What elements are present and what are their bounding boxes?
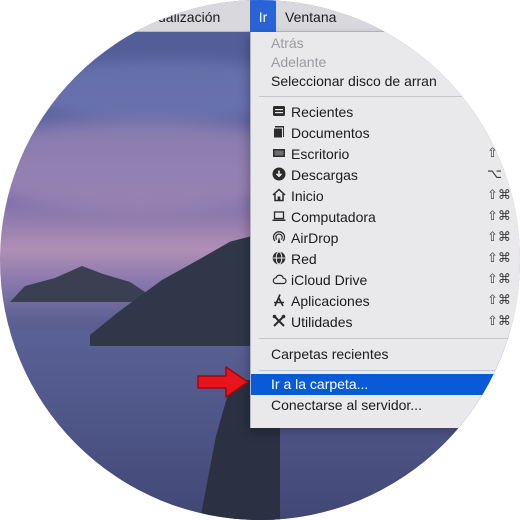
menu-separator: [259, 370, 520, 371]
menu-item-shortcut: ⇧⌘: [487, 188, 511, 203]
menu-item-label: Conectarse al servidor...: [271, 397, 422, 413]
menu-item-shortcut: ⇧⌘: [487, 230, 511, 245]
menu-item-shortcut: ⇧⌘: [487, 251, 511, 266]
menu-item-go-to-folder[interactable]: Ir a la carpeta...: [251, 374, 520, 395]
computer-icon: [270, 209, 288, 226]
utilities-icon: [270, 314, 288, 331]
menu-item-label: iCloud Drive: [291, 272, 368, 288]
menu-item-label: Recientes: [291, 104, 354, 120]
menu-item-label: Escritorio: [291, 146, 350, 162]
menu-go[interactable]: Ir: [250, 0, 276, 32]
menu-item-recent-folders[interactable]: Carpetas recientes: [251, 344, 520, 365]
menu-item-label: Computadora: [291, 209, 376, 225]
menu-item-applications[interactable]: Aplicaciones ⇧⌘: [251, 291, 520, 312]
menu-view[interactable]: ualización: [158, 0, 220, 32]
menu-item-label: Adelante: [271, 54, 327, 70]
home-icon: [270, 188, 288, 205]
menu-item-connect-to-server[interactable]: Conectarse al servidor...: [251, 395, 520, 416]
go-menu-dropdown: Atrás Adelante Seleccionar disco de arra…: [250, 32, 520, 428]
airdrop-icon: [270, 230, 288, 247]
menu-item-label: Inicio: [291, 188, 324, 204]
menu-item-downloads[interactable]: Descargas ⌥: [251, 165, 520, 186]
menu-item-home[interactable]: Inicio ⇧⌘: [251, 186, 520, 207]
menu-item-label: AirDrop: [291, 230, 339, 246]
wallpaper-island: [10, 266, 160, 302]
menu-item-select-startup-disk[interactable]: Seleccionar disco de arran: [251, 71, 520, 92]
menu-item-icloud-drive[interactable]: iCloud Drive ⇧⌘: [251, 270, 520, 291]
menu-window[interactable]: Ventana: [285, 0, 336, 32]
recents-icon: [270, 104, 288, 121]
menu-item-network[interactable]: Red ⇧⌘: [251, 249, 520, 270]
menu-item-label: Red: [291, 251, 317, 267]
menu-item-shortcut: ⇧: [487, 146, 498, 161]
desktop-icon: [270, 146, 288, 163]
menu-item-airdrop[interactable]: AirDrop ⇧⌘: [251, 228, 520, 249]
menu-item-label: Carpetas recientes: [271, 346, 389, 362]
desktop-wallpaper: ualización Ir Ventana Atrás Adelante Sel…: [0, 0, 520, 520]
menu-item-shortcut: ⇧⌘: [487, 314, 511, 329]
menu-item-shortcut: ⌥: [487, 167, 502, 182]
menu-item-shortcut: ⇧⌘: [487, 209, 511, 224]
screenshot-stage: ualización Ir Ventana Atrás Adelante Sel…: [0, 0, 520, 520]
menu-bar: ualización Ir Ventana: [0, 0, 520, 32]
red-pointer-arrow-icon: [197, 366, 249, 398]
menu-item-shortcut: ⇧⌘: [487, 272, 511, 287]
menu-item-utilities[interactable]: Utilidades ⇧⌘: [251, 312, 520, 333]
menu-item-back: Atrás: [251, 33, 520, 54]
menu-item-computer[interactable]: Computadora ⇧⌘: [251, 207, 520, 228]
menu-item-shortcut: ⇧⌘: [487, 293, 511, 308]
menu-item-desktop[interactable]: Escritorio ⇧: [251, 144, 520, 165]
applications-icon: [270, 293, 288, 310]
menu-item-documents[interactable]: Documentos: [251, 123, 520, 144]
menu-item-label: Documentos: [291, 125, 370, 141]
menu-item-label: Seleccionar disco de arran: [271, 73, 437, 89]
menu-item-label: Aplicaciones: [291, 293, 370, 309]
menu-item-forward: Adelante: [251, 52, 520, 73]
downloads-icon: [270, 167, 288, 184]
menu-item-label: Utilidades: [291, 314, 353, 330]
menu-separator: [259, 338, 520, 339]
icloud-icon: [270, 272, 288, 289]
documents-icon: [270, 125, 288, 142]
menu-item-label: Ir a la carpeta...: [271, 376, 369, 392]
menu-separator: [259, 96, 520, 97]
menu-item-label: Atrás: [271, 35, 304, 51]
network-icon: [270, 251, 288, 268]
menu-item-recents[interactable]: Recientes: [251, 102, 520, 123]
menu-item-label: Descargas: [291, 167, 358, 183]
